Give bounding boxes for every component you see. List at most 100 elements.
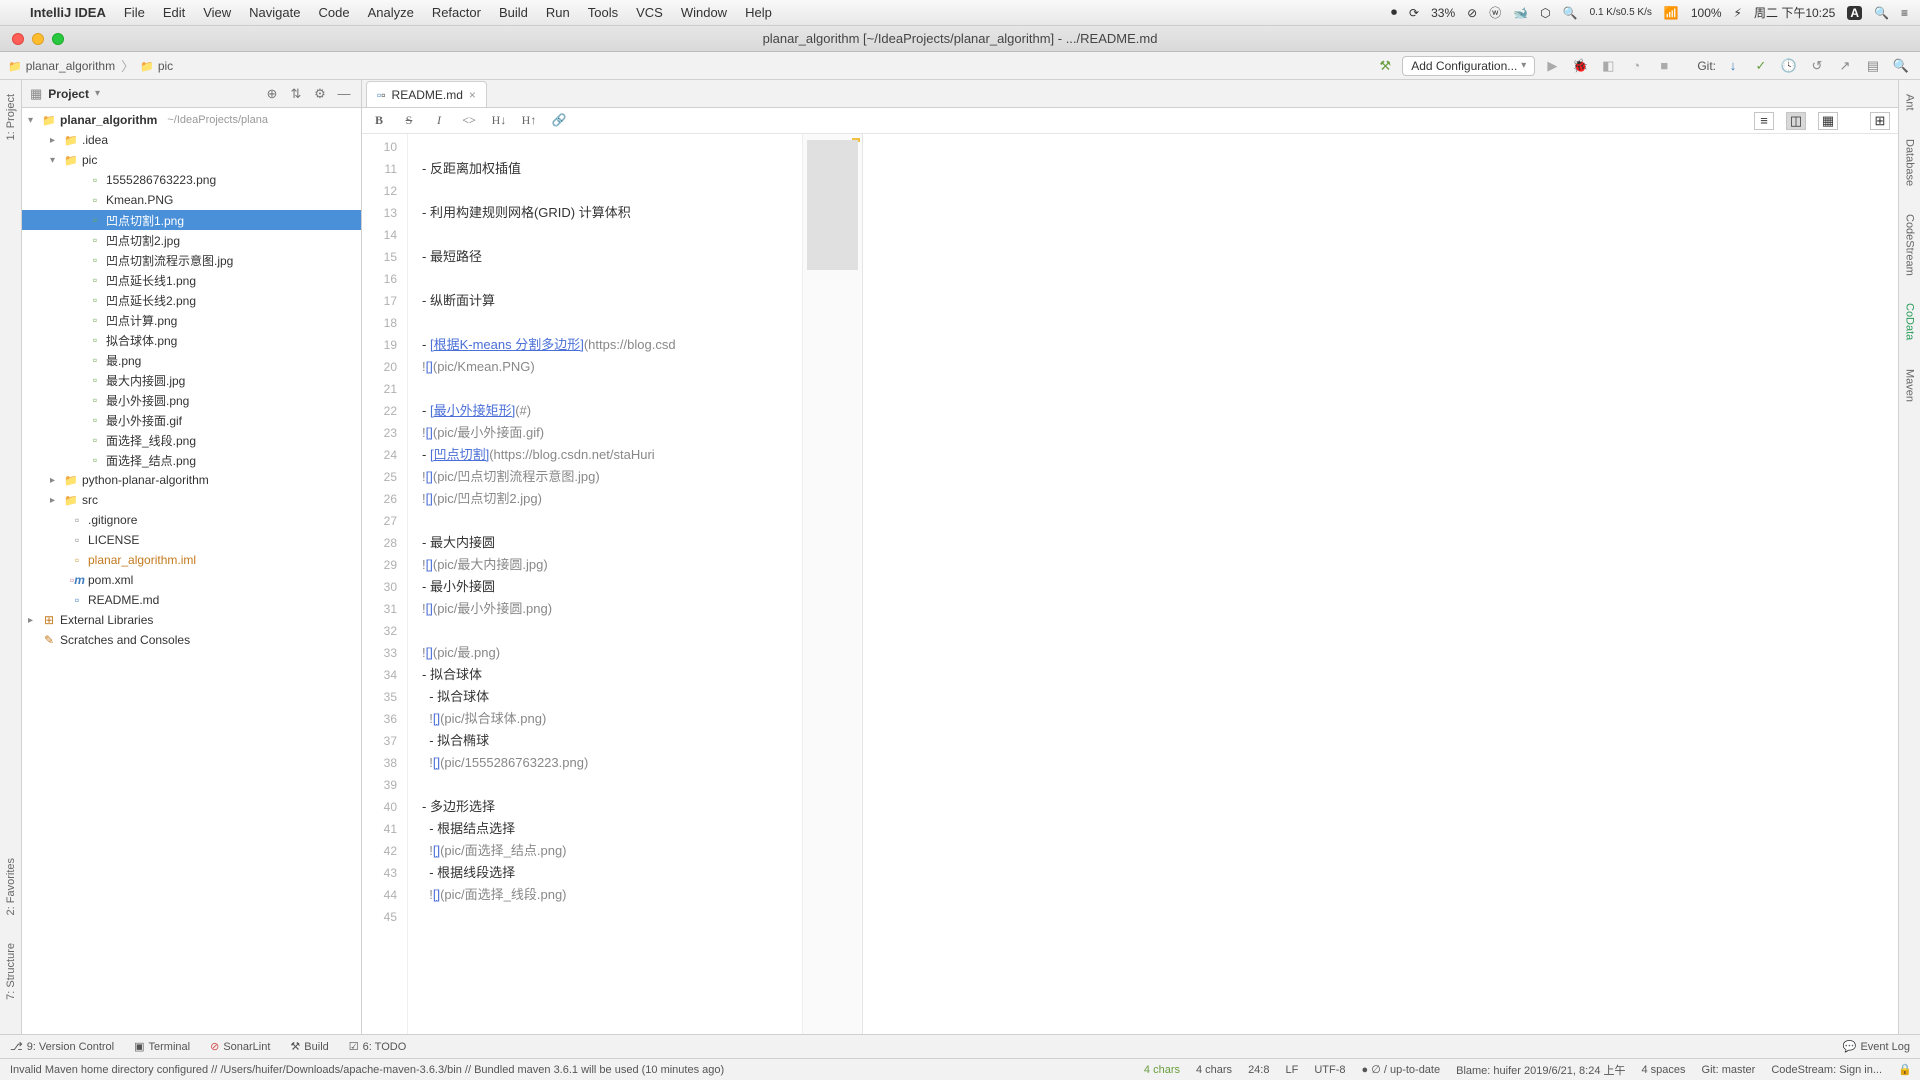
gear-icon[interactable]: ⚙ bbox=[311, 85, 329, 103]
code-line[interactable]: ![](pic/凹点切割流程示意图.jpg) bbox=[422, 466, 794, 488]
run-button[interactable]: ▶ bbox=[1541, 55, 1563, 77]
error-stripe[interactable] bbox=[802, 134, 862, 1034]
code-line[interactable]: - 多边形选择 bbox=[422, 796, 794, 818]
code-line[interactable]: - [凹点切割](https://blog.csdn.net/staHuri bbox=[422, 444, 794, 466]
h2-button[interactable]: H↑ bbox=[520, 112, 538, 130]
link-button[interactable]: 🔗 bbox=[550, 112, 568, 130]
status-caret-pos[interactable]: 24:8 bbox=[1248, 1064, 1269, 1076]
italic-button[interactable]: I bbox=[430, 112, 448, 130]
status-sync[interactable]: ● ∅ / up-to-date bbox=[1362, 1063, 1441, 1076]
breadcrumb-root[interactable]: planar_algorithm bbox=[8, 59, 115, 73]
code-line[interactable]: - 反距离加权插值 bbox=[422, 158, 794, 180]
tool-project-tab[interactable]: 1: Project bbox=[5, 90, 17, 144]
tree-src[interactable]: ▸ src bbox=[22, 490, 361, 510]
tree-scratches[interactable]: ✎ Scratches and Consoles bbox=[22, 630, 361, 650]
tree-file[interactable]: 最.png bbox=[22, 350, 361, 370]
menu-run[interactable]: Run bbox=[546, 5, 570, 20]
code-line[interactable]: ![](pic/凹点切割2.jpg) bbox=[422, 488, 794, 510]
menu-edit[interactable]: Edit bbox=[163, 5, 185, 20]
box-icon[interactable]: ⬡ bbox=[1540, 6, 1550, 20]
control-center-icon[interactable]: ≡ bbox=[1901, 6, 1908, 20]
arrow-right-icon[interactable]: ▸ bbox=[50, 495, 60, 506]
tree-license[interactable]: LICENSE bbox=[22, 530, 361, 550]
code-line[interactable] bbox=[422, 620, 794, 642]
code-line[interactable]: ![](pic/拟合球体.png) bbox=[422, 708, 794, 730]
tool-structure-tab[interactable]: 7: Structure bbox=[5, 939, 17, 1004]
code-line[interactable]: - 利用构建规则网格(GRID) 计算体积 bbox=[422, 202, 794, 224]
breadcrumb-pic[interactable]: pic bbox=[140, 59, 173, 73]
menu-code[interactable]: Code bbox=[318, 5, 349, 20]
status-codestream[interactable]: CodeStream: Sign in... bbox=[1771, 1064, 1882, 1076]
tree-pom[interactable]: m pom.xml bbox=[22, 570, 361, 590]
code-editor[interactable]: - 反距离加权插值 - 利用构建规则网格(GRID) 计算体积 - 最短路径 -… bbox=[408, 134, 802, 1034]
tree-gitignore[interactable]: .gitignore bbox=[22, 510, 361, 530]
preview-only-view[interactable]: ▦ bbox=[1818, 112, 1838, 130]
hammer-build-icon[interactable]: ⚒ bbox=[1374, 55, 1396, 77]
menu-window[interactable]: Window bbox=[681, 5, 727, 20]
search-icon[interactable]: 🔍 bbox=[1563, 6, 1578, 20]
tool-maven-tab[interactable]: Maven bbox=[1904, 365, 1916, 406]
wifi-icon[interactable]: 📶 bbox=[1664, 6, 1679, 20]
code-line[interactable]: - [最小外接矩形](#) bbox=[422, 400, 794, 422]
menu-help[interactable]: Help bbox=[745, 5, 772, 20]
minimize-window-button[interactable] bbox=[32, 33, 44, 45]
code-line[interactable] bbox=[422, 510, 794, 532]
status-encoding[interactable]: UTF-8 bbox=[1314, 1064, 1345, 1076]
code-line[interactable] bbox=[422, 180, 794, 202]
project-tree[interactable]: ▾ planar_algorithm ~/IdeaProjects/plana … bbox=[22, 108, 361, 1034]
sonarlint-tab[interactable]: ⊘SonarLint bbox=[210, 1040, 270, 1053]
arrow-right-icon[interactable]: ▸ bbox=[28, 615, 38, 626]
lock-icon[interactable]: 🔒 bbox=[1898, 1063, 1910, 1076]
code-line[interactable] bbox=[422, 906, 794, 928]
debug-button[interactable]: 🐞 bbox=[1569, 55, 1591, 77]
editor-tab-readme[interactable]: ▫ README.md × bbox=[366, 81, 487, 107]
code-line[interactable]: - 最大内接圆 bbox=[422, 532, 794, 554]
tool-ant-tab[interactable]: Ant bbox=[1904, 90, 1916, 115]
code-line[interactable]: ![](pic/Kmean.PNG) bbox=[422, 356, 794, 378]
code-line[interactable]: - 根据线段选择 bbox=[422, 862, 794, 884]
version-control-tab[interactable]: ⎇9: Version Control bbox=[10, 1040, 114, 1053]
menu-vcs[interactable]: VCS bbox=[636, 5, 663, 20]
editor-only-view[interactable]: ≡ bbox=[1754, 112, 1774, 130]
status-indent[interactable]: 4 spaces bbox=[1642, 1064, 1686, 1076]
expand-all-icon[interactable]: ⇅ bbox=[287, 85, 305, 103]
spotlight-icon[interactable]: 🔍 bbox=[1874, 6, 1889, 20]
tree-python-pkg[interactable]: ▸ python-planar-algorithm bbox=[22, 470, 361, 490]
arrow-right-icon[interactable]: ▸ bbox=[50, 475, 60, 486]
profile-button[interactable]: ◔ bbox=[1625, 55, 1647, 77]
tree-file[interactable]: 凹点切割1.png bbox=[22, 210, 361, 230]
split-view[interactable]: ◫ bbox=[1786, 112, 1806, 130]
tree-pic[interactable]: ▾ pic bbox=[22, 150, 361, 170]
git-history-icon[interactable]: 🕓 bbox=[1778, 55, 1800, 77]
code-line[interactable] bbox=[422, 774, 794, 796]
code-line[interactable]: - 拟合椭球 bbox=[422, 730, 794, 752]
ide-settings-icon[interactable]: ▤ bbox=[1862, 55, 1884, 77]
tree-file[interactable]: 面选择_结点.png bbox=[22, 450, 361, 470]
locate-file-icon[interactable]: ⊕ bbox=[263, 85, 281, 103]
menu-file[interactable]: File bbox=[124, 5, 145, 20]
tree-root[interactable]: ▾ planar_algorithm ~/IdeaProjects/plana bbox=[22, 110, 361, 130]
arrow-down-icon[interactable]: ▾ bbox=[50, 155, 60, 166]
code-line[interactable]: - 最短路径 bbox=[422, 246, 794, 268]
tree-file[interactable]: 凹点切割2.jpg bbox=[22, 230, 361, 250]
chevron-down-icon[interactable]: ▾ bbox=[95, 88, 100, 99]
markdown-preview[interactable] bbox=[862, 134, 1898, 1034]
layout-toggle[interactable]: ⊞ bbox=[1870, 112, 1890, 130]
code-line[interactable]: ![](pic/最.png) bbox=[422, 642, 794, 664]
cloud-icon[interactable]: ⊘ bbox=[1467, 6, 1477, 20]
status-git-branch[interactable]: Git: master bbox=[1702, 1064, 1756, 1076]
menu-tools[interactable]: Tools bbox=[588, 5, 618, 20]
tree-file[interactable]: 拟合球体.png bbox=[22, 330, 361, 350]
terminal-tab[interactable]: ▣Terminal bbox=[134, 1040, 190, 1053]
tree-file[interactable]: 面选择_线段.png bbox=[22, 430, 361, 450]
code-line[interactable] bbox=[422, 136, 794, 158]
accessibility-icon[interactable]: A bbox=[1847, 6, 1862, 20]
menu-build[interactable]: Build bbox=[499, 5, 528, 20]
coverage-button[interactable]: ◧ bbox=[1597, 55, 1619, 77]
event-log-tab[interactable]: 💬Event Log bbox=[1843, 1040, 1910, 1053]
close-tab-icon[interactable]: × bbox=[469, 88, 476, 102]
code-line[interactable]: ![](pic/最大内接圆.jpg) bbox=[422, 554, 794, 576]
menu-view[interactable]: View bbox=[203, 5, 231, 20]
tree-idea[interactable]: ▸ .idea bbox=[22, 130, 361, 150]
zoom-window-button[interactable] bbox=[52, 33, 64, 45]
